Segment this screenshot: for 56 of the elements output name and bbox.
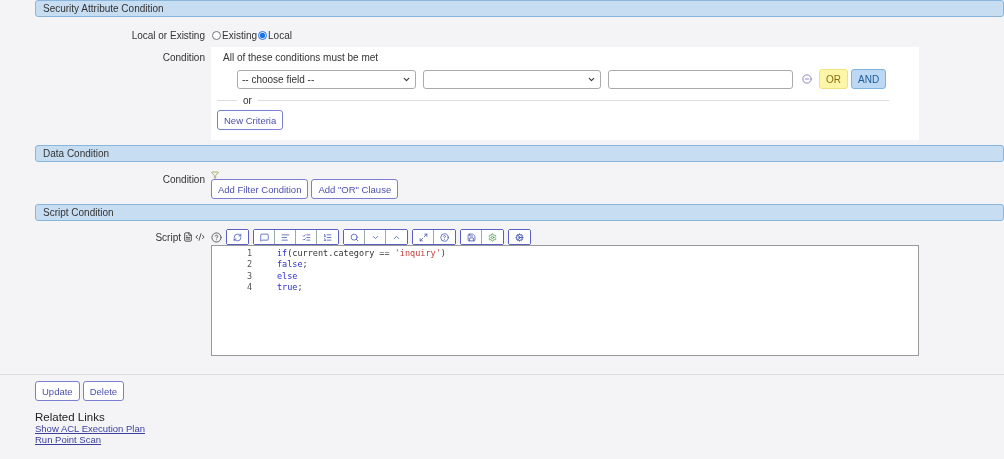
search-icon [349,232,359,242]
help-icon[interactable] [211,231,222,243]
gear-icon [488,232,497,242]
value-input[interactable] [608,69,793,89]
section-header: Script Condition [35,204,1004,221]
remove-icon[interactable] [802,74,812,84]
speech-bubble-icon [259,232,269,242]
related-links-title: Related Links [35,411,106,423]
radio-button[interactable] [212,31,221,40]
checklist-icon [301,232,311,242]
field-select[interactable]: -- choose field -- [237,69,416,89]
and-button[interactable]: AND [851,69,887,89]
document-icon[interactable] [183,232,193,242]
line-number: 1 [245,247,252,258]
section-header: Security Attribute Condition [35,0,1004,17]
operator-select[interactable] [423,69,601,89]
code-line: false; [277,259,309,270]
filter-button[interactable]: Add Filter Condition [211,179,309,199]
line-number: 2 [245,259,252,270]
script-editor[interactable]: 1 if(current.category == 'inquiry') 2 false; 3 else 4 true; [211,245,919,356]
comment-button[interactable] [254,230,275,244]
related-link[interactable]: Run Point Scan [35,434,101,445]
gear-button[interactable] [509,230,530,244]
fullscreen-button[interactable] [413,230,434,244]
field-label: Script [155,232,181,243]
section-header: Data Condition [35,145,1004,162]
format-button[interactable] [227,230,248,244]
condition-heading: All of these conditions must be met [223,52,380,63]
filter-button[interactable]: Add "OR" Clause [311,179,399,199]
line-number: 4 [245,282,252,293]
action-button[interactable]: Delete [82,381,125,401]
numbered-list-icon [323,232,332,242]
cog-icon [515,232,524,242]
search-button[interactable] [344,230,365,244]
text-lines-icon [280,232,290,242]
field-label: Local or Existing [130,30,205,41]
expand-icon [418,232,428,242]
code-line: if(current.category == 'inquiry') [277,247,447,258]
field-label: Condition [161,173,205,187]
filter-icon[interactable] [211,171,219,179]
radio-button[interactable] [258,31,267,40]
code-line: else [277,270,299,281]
or-button[interactable]: OR [819,69,848,89]
field-label: Condition [161,51,205,65]
action-button[interactable]: Update [35,381,80,401]
save-button[interactable] [461,230,482,244]
line-number: 3 [245,270,252,281]
new-criteria-button[interactable]: New Criteria [217,110,284,130]
or-separator: or [243,95,252,106]
help-icon [440,232,449,242]
related-link[interactable]: Show ACL Execution Plan [35,423,146,434]
radio-label: Existing [222,30,257,41]
code-line: true; [277,282,304,293]
code-icon[interactable] [195,232,205,242]
arrows-icon [233,232,242,242]
radio-label: Local [268,30,292,41]
